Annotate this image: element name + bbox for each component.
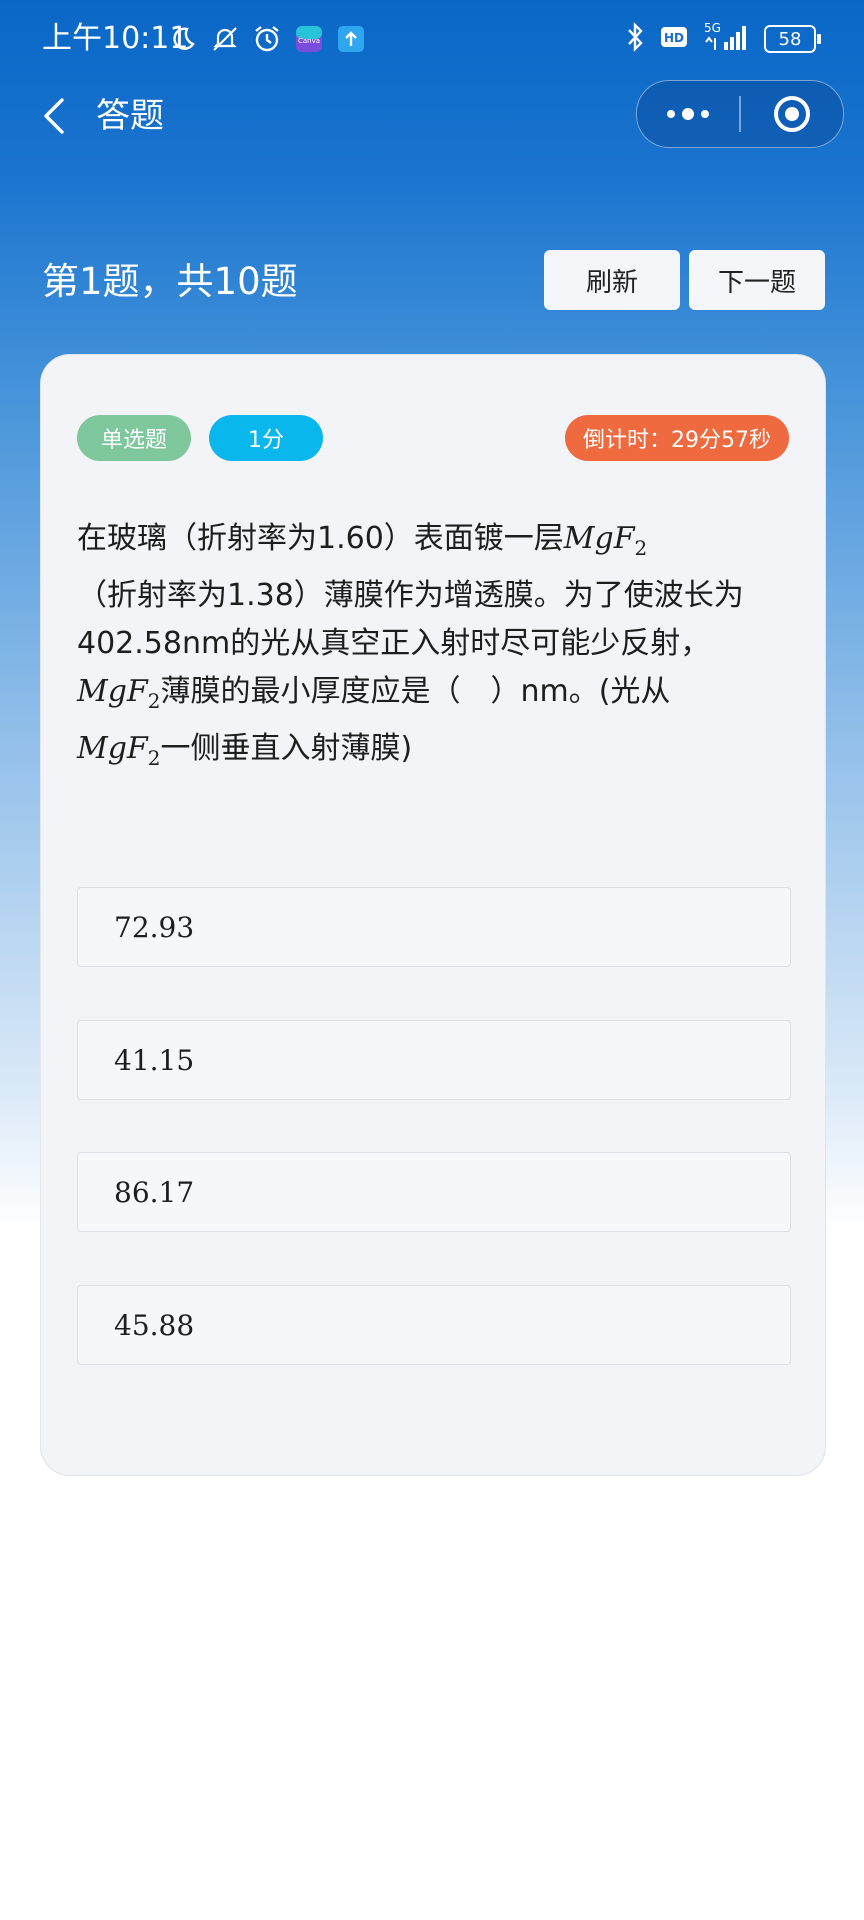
alarm-icon bbox=[252, 24, 282, 54]
formula-mgf2: MgF2 bbox=[77, 731, 161, 770]
question-part: 薄膜的最小厚度应是（ ）nm。(光从 bbox=[160, 674, 671, 709]
question-type-tag: 单选题 bbox=[77, 415, 191, 461]
formula-mgf2: MgF2 bbox=[77, 674, 161, 713]
miniapp-capsule bbox=[636, 80, 844, 148]
nav-bar: 答题 bbox=[0, 80, 864, 152]
moon-icon bbox=[168, 24, 198, 54]
question-part: （折射率为1.38）薄膜作为增透膜。为了使波长为 bbox=[77, 578, 744, 613]
status-icons-left: Canva bbox=[168, 20, 366, 58]
score-tag: 1分 bbox=[209, 415, 323, 461]
battery-level: 58 bbox=[778, 28, 802, 50]
chevron-left-icon bbox=[44, 98, 64, 134]
page-title: 答题 bbox=[96, 96, 164, 136]
close-miniapp-button[interactable] bbox=[741, 81, 843, 147]
formula-mgf2: MgF2 bbox=[563, 521, 648, 560]
next-question-button[interactable]: 下一题 bbox=[689, 250, 825, 310]
question-text: 在玻璃（折射率为1.60）表面镀一层MgF2 （折射率为1.38）薄膜作为增透膜… bbox=[77, 515, 791, 782]
answer-option[interactable]: 72.93 bbox=[77, 887, 791, 967]
status-time: 上午10:11 bbox=[42, 21, 189, 56]
back-button[interactable] bbox=[28, 90, 80, 142]
canva-app-icon: Canva bbox=[294, 24, 324, 54]
upload-app-icon bbox=[336, 24, 366, 54]
question-card: 单选题 1分 倒计时：29分57秒 在玻璃（折射率为1.60）表面镀一层MgF2… bbox=[40, 354, 826, 1476]
battery-icon: 58 bbox=[764, 25, 821, 53]
answer-option[interactable]: 86.17 bbox=[77, 1152, 791, 1232]
question-part: 在玻璃（折射率为1.60）表面镀一层 bbox=[77, 521, 564, 556]
status-bar: 上午10:11 Canva HD 5G 58 bbox=[0, 0, 864, 80]
question-part: 402.58nm的光从真空正入射时尽可能少反射， bbox=[77, 626, 711, 661]
more-button[interactable] bbox=[637, 81, 739, 147]
svg-text:Canva: Canva bbox=[298, 37, 320, 45]
countdown-timer: 倒计时：29分57秒 bbox=[565, 415, 789, 461]
status-icons-right: HD 5G 58 bbox=[624, 20, 821, 58]
refresh-button[interactable]: 刷新 bbox=[544, 250, 680, 310]
signal-icon: 5G bbox=[702, 20, 750, 58]
question-part: 一侧垂直入射薄膜) bbox=[160, 731, 413, 766]
target-icon bbox=[773, 96, 810, 132]
hd-icon: HD bbox=[660, 25, 688, 53]
question-progress: 第1题，共10题 bbox=[42, 260, 298, 303]
svg-text:5G: 5G bbox=[704, 21, 721, 35]
mute-icon bbox=[210, 24, 240, 54]
more-dots-icon bbox=[667, 108, 709, 120]
answer-option[interactable]: 41.15 bbox=[77, 1020, 791, 1100]
answer-option[interactable]: 45.88 bbox=[77, 1285, 791, 1365]
bluetooth-icon bbox=[624, 21, 646, 57]
svg-text:HD: HD bbox=[664, 31, 684, 45]
